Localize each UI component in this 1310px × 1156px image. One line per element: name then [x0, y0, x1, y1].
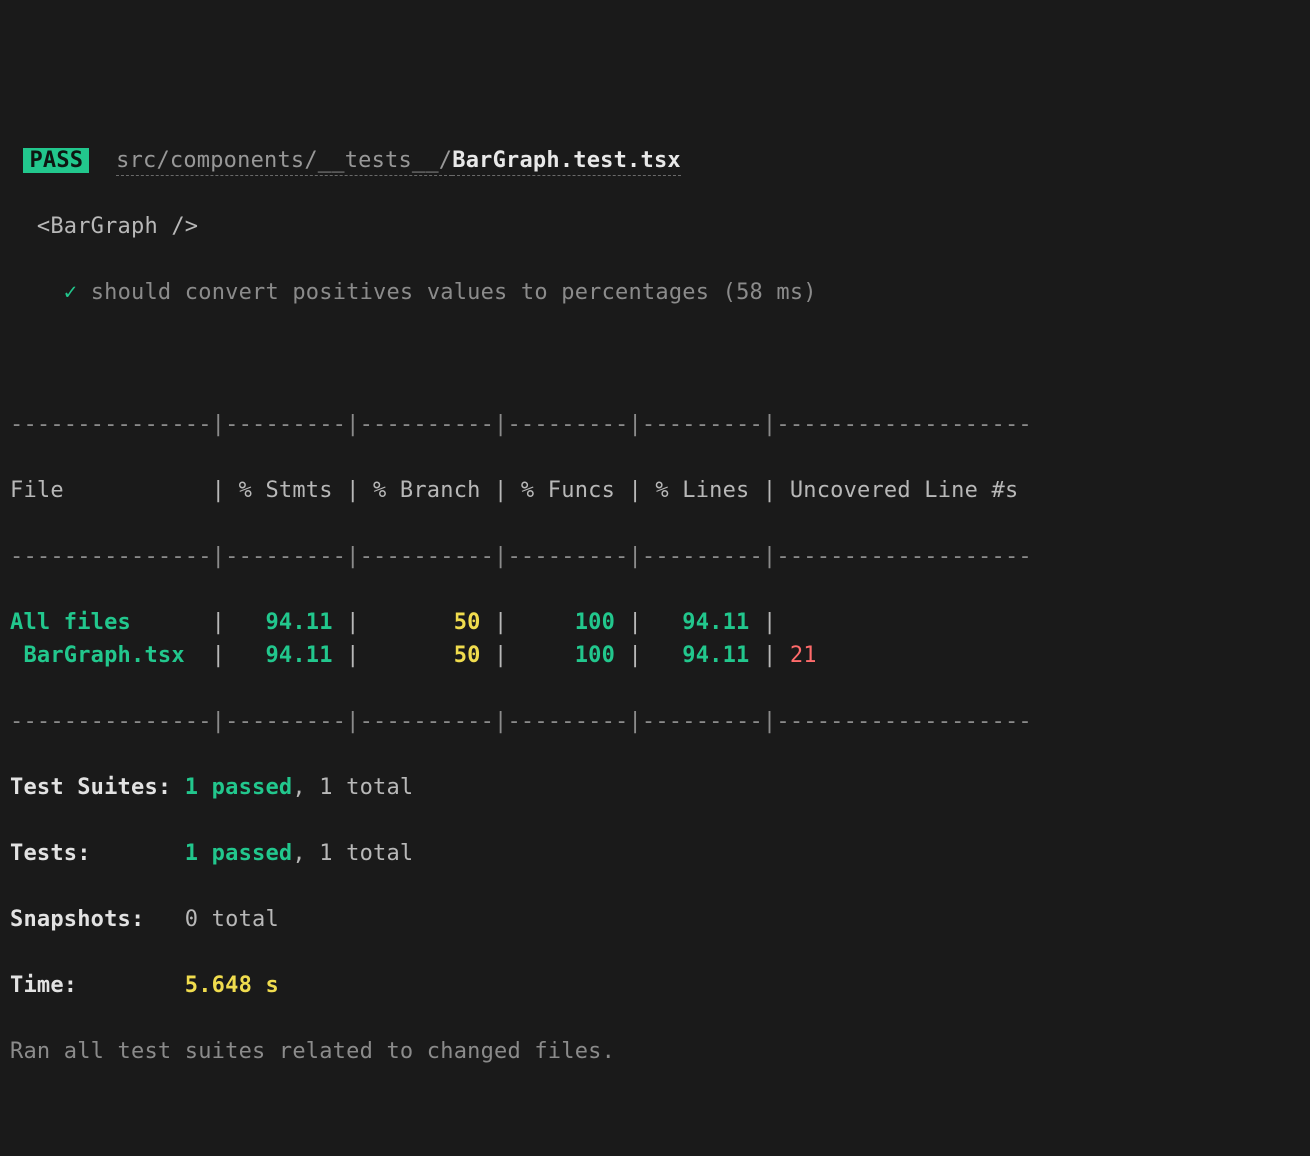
- column-separator: |: [481, 643, 508, 668]
- summary-test-suites: Test Suites: 1 passed, 1 total: [10, 771, 1300, 804]
- summary-label: Tests:: [10, 841, 185, 866]
- summary-label: Test Suites:: [10, 775, 185, 800]
- summary-passed: 1 passed: [185, 841, 293, 866]
- summary-label: Snapshots:: [10, 907, 185, 932]
- test-path-file: BarGraph.test.tsx: [452, 148, 681, 176]
- column-separator: |: [333, 610, 360, 635]
- checkmark-icon: ✓: [64, 280, 77, 305]
- coverage-row: All files | 94.11 | 50 | 100 | 94.11 |: [10, 606, 1300, 639]
- column-separator: |: [750, 610, 777, 635]
- coverage-stmts: 94.11: [225, 610, 333, 635]
- column-separator: |: [198, 643, 225, 668]
- summary-rest: , 1 total: [292, 775, 413, 800]
- coverage-funcs: 100: [507, 610, 615, 635]
- coverage-header: File | % Stmts | % Branch | % Funcs | % …: [10, 474, 1300, 507]
- column-separator: |: [750, 643, 777, 668]
- summary-label: Time:: [10, 973, 185, 998]
- coverage-uncovered: 21: [776, 643, 816, 668]
- test-result-line: ✓ should convert positives values to per…: [10, 276, 1300, 309]
- coverage-file: BarGraph.tsx: [10, 643, 198, 668]
- coverage-border-top: ---------------|---------|----------|---…: [10, 408, 1300, 441]
- coverage-branch: 50: [360, 610, 481, 635]
- summary-time: Time: 5.648 s: [10, 969, 1300, 1002]
- summary-snapshots: Snapshots: 0 total: [10, 903, 1300, 936]
- summary-passed: 1 passed: [185, 775, 293, 800]
- summary-footer: Ran all test suites related to changed f…: [10, 1035, 1300, 1068]
- coverage-row: BarGraph.tsx | 94.11 | 50 | 100 | 94.11 …: [10, 639, 1300, 672]
- column-separator: |: [198, 610, 225, 635]
- coverage-branch: 50: [360, 643, 481, 668]
- summary-tests: Tests: 1 passed, 1 total: [10, 837, 1300, 870]
- describe-name: <BarGraph />: [37, 214, 198, 239]
- test-path-dir: src/components/__tests__/: [116, 148, 452, 176]
- summary-rest: 0 total: [185, 907, 279, 932]
- coverage-file: All files: [10, 610, 198, 635]
- test-header: PASS src/components/__tests__/BarGraph.t…: [10, 144, 1300, 177]
- blank-line: [10, 342, 1300, 375]
- summary-rest: , 1 total: [292, 841, 413, 866]
- coverage-stmts: 94.11: [225, 643, 333, 668]
- test-duration: (58 ms): [723, 280, 817, 305]
- status-badge: PASS: [23, 148, 89, 173]
- coverage-lines: 94.11: [642, 643, 750, 668]
- coverage-funcs: 100: [507, 643, 615, 668]
- coverage-lines: 94.11: [642, 610, 750, 635]
- column-separator: |: [481, 610, 508, 635]
- column-separator: |: [333, 643, 360, 668]
- describe-block: <BarGraph />: [10, 210, 1300, 243]
- summary-time-value: 5.648 s: [185, 973, 279, 998]
- coverage-border-bottom: ---------------|---------|----------|---…: [10, 705, 1300, 738]
- column-separator: |: [615, 643, 642, 668]
- column-separator: |: [615, 610, 642, 635]
- coverage-rows: All files | 94.11 | 50 | 100 | 94.11 | B…: [10, 606, 1300, 672]
- coverage-header-border: ---------------|---------|----------|---…: [10, 540, 1300, 573]
- test-name: should convert positives values to perce…: [91, 280, 709, 305]
